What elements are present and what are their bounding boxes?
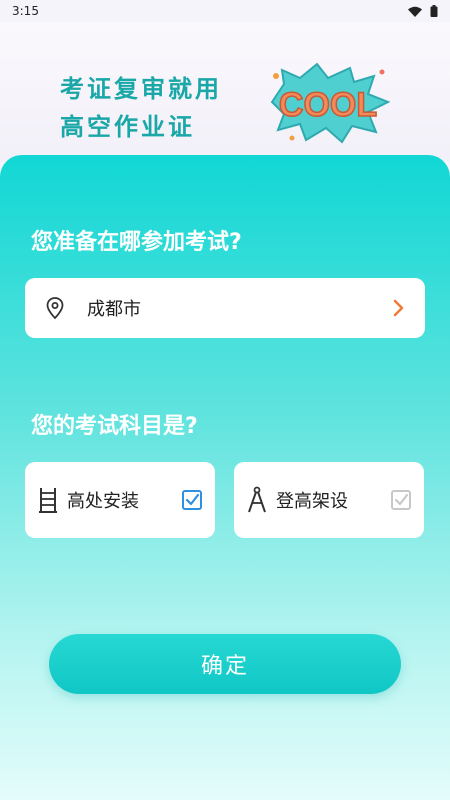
city-name: 成都市 bbox=[87, 299, 141, 320]
ladder-icon bbox=[39, 488, 57, 513]
slogan-line-1: 考证复审就用 bbox=[60, 75, 222, 103]
confirm-button[interactable]: 确定 bbox=[49, 634, 401, 694]
status-icons bbox=[408, 5, 438, 17]
status-bar: 3:15 bbox=[0, 0, 450, 22]
subject-option-scaffolding[interactable]: 登高架设 bbox=[234, 462, 424, 538]
cool-text: COOL bbox=[279, 86, 377, 124]
subject-label: 高处安装 bbox=[67, 491, 139, 512]
wifi-icon bbox=[408, 6, 422, 17]
status-time: 3:15 bbox=[12, 4, 39, 18]
battery-icon bbox=[430, 5, 438, 17]
checkbox-checked-icon[interactable] bbox=[181, 489, 203, 511]
slogan: 考证复审就用 高空作业证 bbox=[60, 70, 222, 146]
cool-sparkle-1 bbox=[273, 73, 279, 79]
location-pin-icon bbox=[46, 297, 64, 320]
compass-icon bbox=[248, 486, 266, 513]
subject-label: 登高架设 bbox=[276, 491, 348, 512]
chevron-right-icon bbox=[393, 299, 404, 317]
checkbox-unchecked-icon[interactable] bbox=[390, 489, 412, 511]
location-question: 您准备在哪参加考试? bbox=[31, 230, 242, 255]
cool-illustration: COOL bbox=[270, 62, 391, 144]
cool-sparkle-3 bbox=[289, 135, 295, 141]
subject-question: 您的考试科目是? bbox=[31, 414, 198, 439]
subject-option-installation[interactable]: 高处安装 bbox=[25, 462, 215, 538]
slogan-line-2: 高空作业证 bbox=[60, 113, 195, 141]
city-selector[interactable]: 成都市 bbox=[25, 278, 425, 338]
cool-sparkle-2 bbox=[379, 69, 385, 75]
